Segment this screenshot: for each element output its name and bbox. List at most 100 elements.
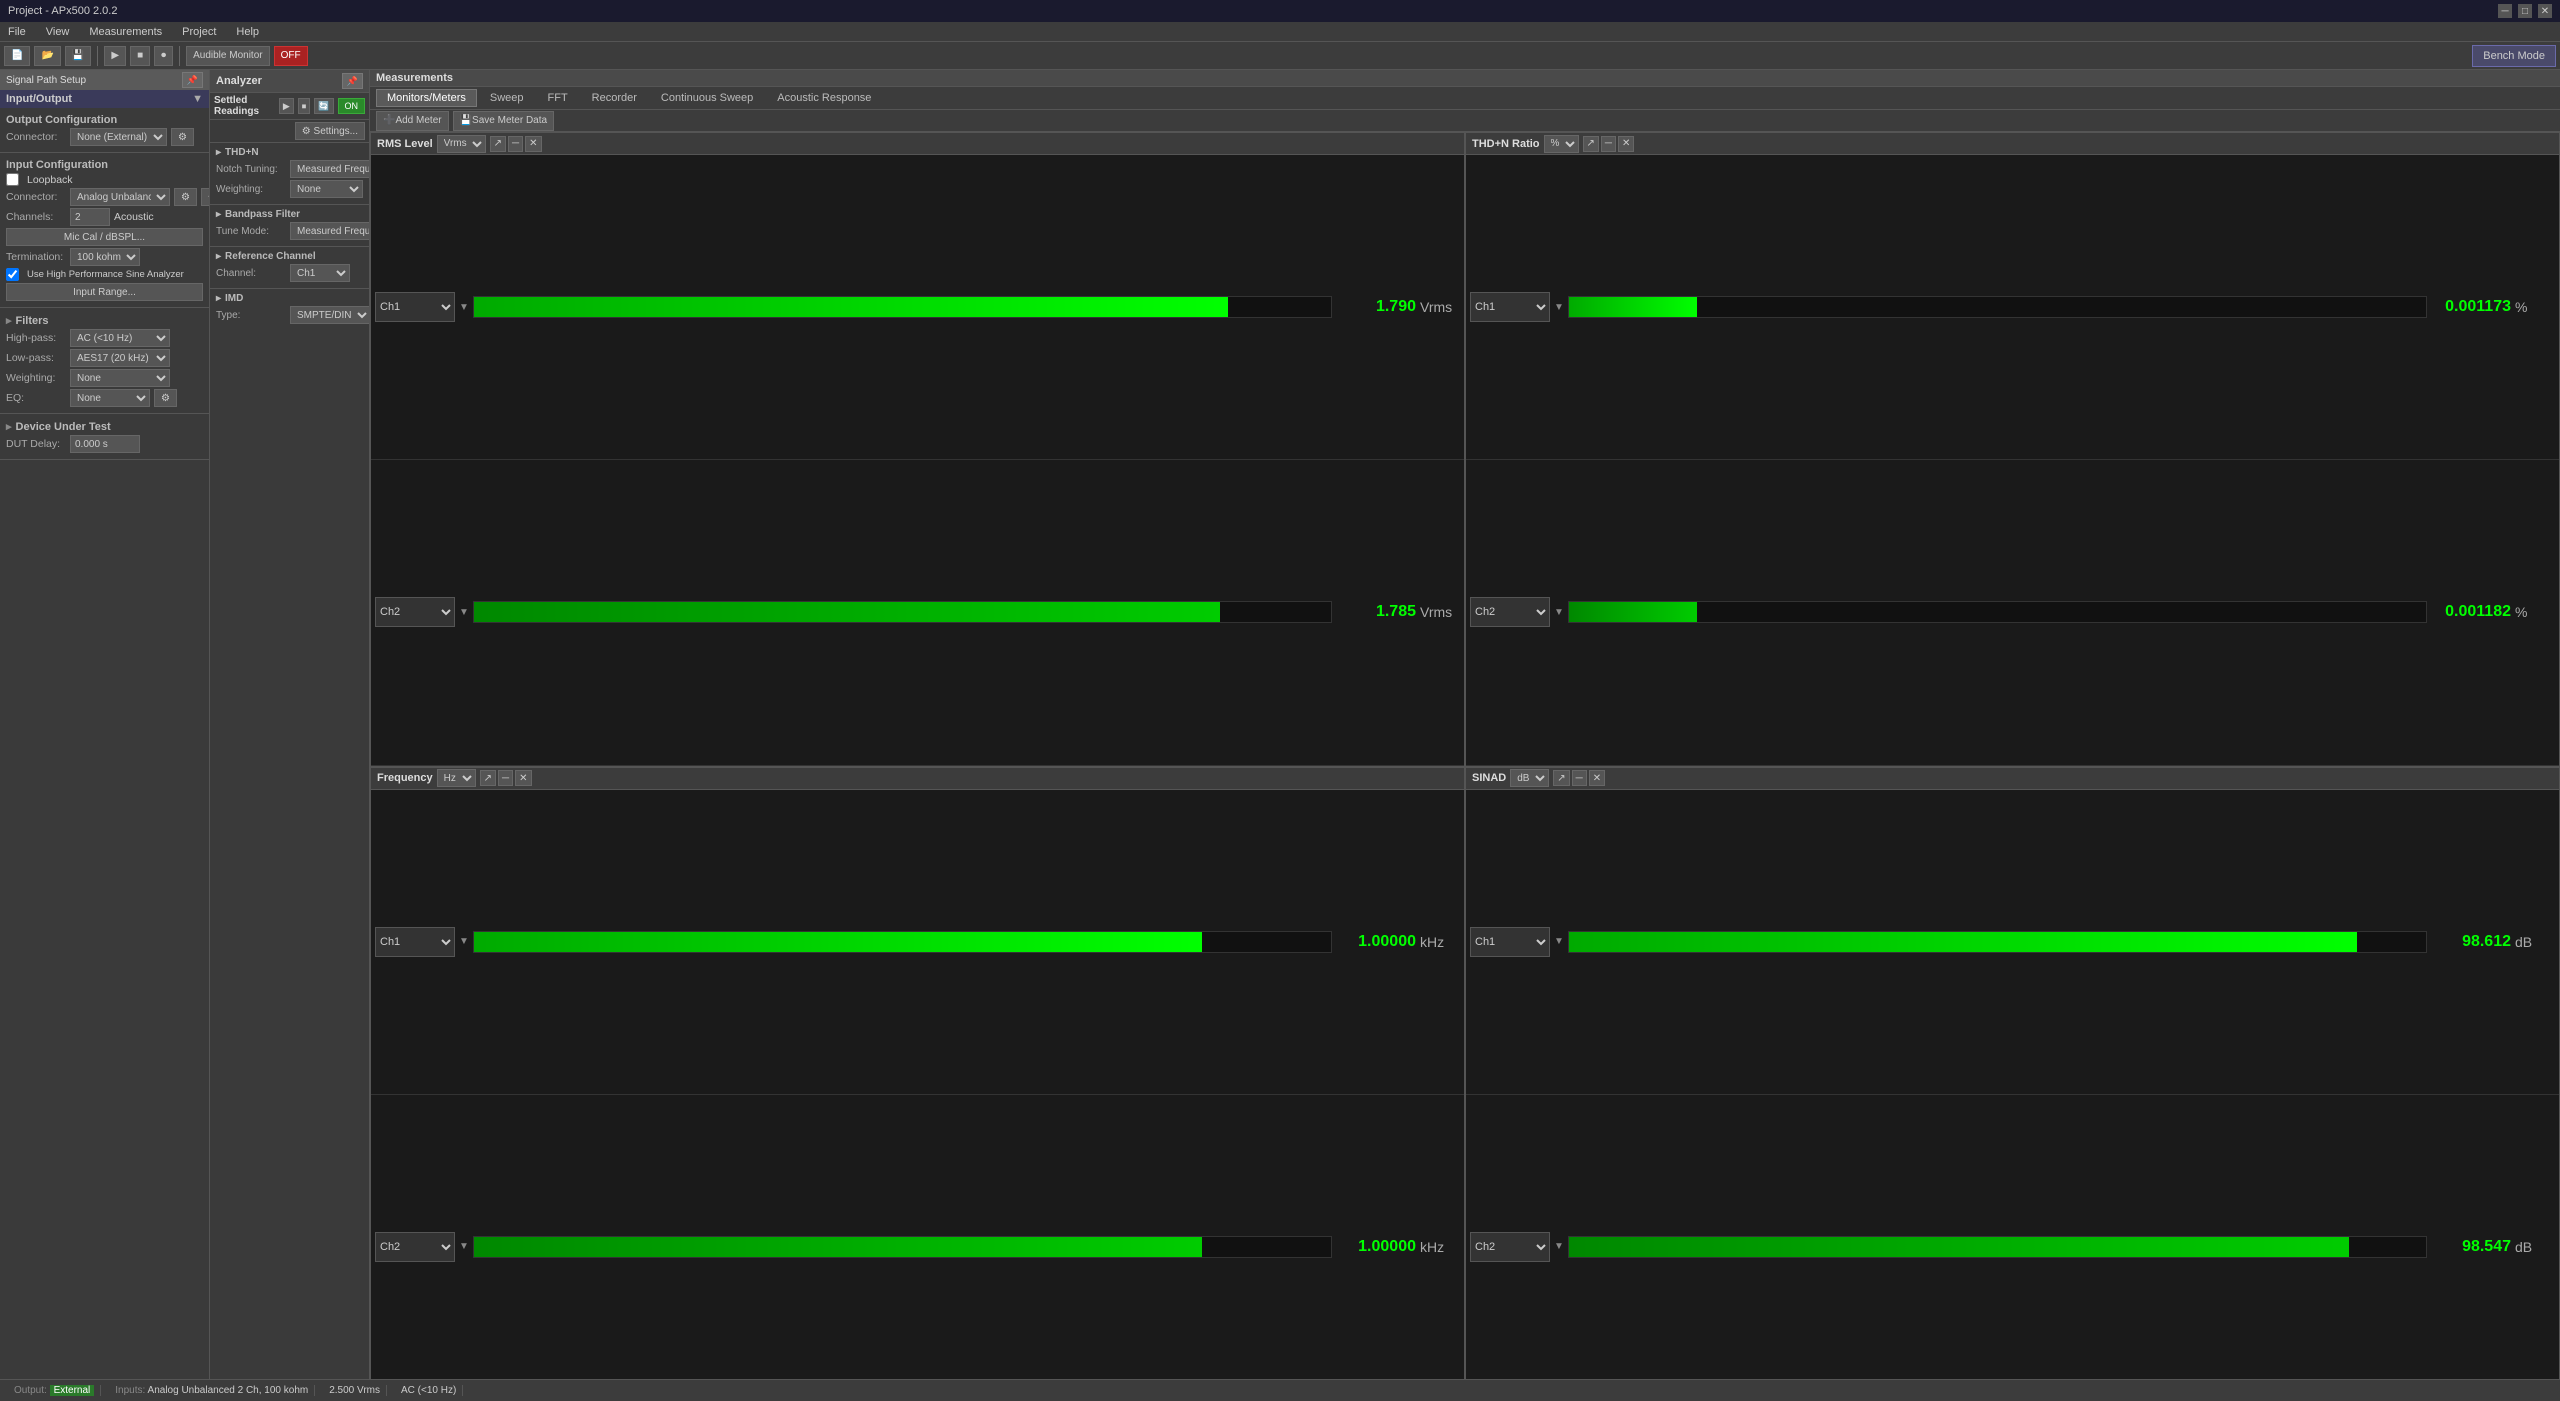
high-perf-checkbox[interactable] xyxy=(6,268,19,281)
pin-button[interactable]: 📌 xyxy=(182,72,203,88)
output-config-section: Output Configuration Connector: None (Ex… xyxy=(0,108,209,153)
input-extra-btn[interactable]: + xyxy=(201,188,210,206)
menu-project[interactable]: Project xyxy=(178,26,220,38)
measurements-tabs: Monitors/Meters Sweep FFT Recorder Conti… xyxy=(370,87,2560,110)
input-settings-btn[interactable]: ⚙ xyxy=(174,188,197,206)
thd-close-btn[interactable]: ✕ xyxy=(1618,136,1634,152)
thd-unit-select[interactable]: % xyxy=(1544,135,1579,153)
new-button[interactable]: 📄 xyxy=(4,46,30,66)
settings-row: ⚙ Settings... xyxy=(210,120,369,143)
thd-expand-btn[interactable]: ↗ xyxy=(1583,136,1599,152)
status-inputs-label: Inputs: xyxy=(115,1385,145,1396)
sinad-ch2-bar-container xyxy=(1568,1236,2427,1258)
connector-select[interactable]: None (External) xyxy=(70,128,167,146)
thd-minus-btn[interactable]: ─ xyxy=(1601,136,1616,152)
termination-select[interactable]: 100 kohm xyxy=(70,248,140,266)
menu-file[interactable]: File xyxy=(4,26,30,38)
play-button[interactable]: ▶ xyxy=(104,46,126,66)
mic-cal-button[interactable]: Mic Cal / dBSPL... xyxy=(6,228,203,246)
off-button[interactable]: OFF xyxy=(274,46,308,66)
input-range-button[interactable]: Input Range... xyxy=(6,283,203,301)
menu-view[interactable]: View xyxy=(42,26,74,38)
freq-expand-btn[interactable]: ↗ xyxy=(480,770,496,786)
close-button[interactable]: ✕ xyxy=(2538,4,2552,18)
rms-minus-btn[interactable]: ─ xyxy=(508,136,523,152)
freq-ch1-select[interactable]: Ch1 xyxy=(375,927,455,957)
connector-settings-btn[interactable]: ⚙ xyxy=(171,128,194,146)
maximize-button[interactable]: □ xyxy=(2518,4,2532,18)
ref-channel-collapse[interactable]: ▸ xyxy=(216,251,221,262)
loopback-checkbox[interactable] xyxy=(6,173,19,186)
rms-ch2-select[interactable]: Ch2 xyxy=(375,597,455,627)
notch-tuning-select[interactable]: Measured Frequency xyxy=(290,160,370,178)
sinad-close-btn[interactable]: ✕ xyxy=(1589,770,1605,786)
tab-continuous-sweep[interactable]: Continuous Sweep xyxy=(650,89,764,107)
rms-ch2-bar-container xyxy=(473,601,1332,623)
save-meter-data-button[interactable]: 💾 Save Meter Data xyxy=(453,111,555,131)
settled-readings-icon2[interactable]: ⏹ xyxy=(298,98,311,114)
signal-path-panel: Signal Path Setup 📌 Input/Output ▼ Outpu… xyxy=(0,70,210,1401)
stop-button[interactable]: ■ xyxy=(130,46,150,66)
filters-collapse[interactable]: ▸ xyxy=(6,314,12,327)
sinad-expand-btn[interactable]: ↗ xyxy=(1553,770,1569,786)
imd-collapse[interactable]: ▸ xyxy=(216,293,221,304)
freq-unit-select[interactable]: Hz xyxy=(437,769,476,787)
imd-type-select[interactable]: SMPTE/DIN xyxy=(290,306,370,324)
tab-fft[interactable]: FFT xyxy=(537,89,579,107)
freq-ch2-select[interactable]: Ch2 xyxy=(375,1232,455,1262)
input-output-header[interactable]: Input/Output ▼ xyxy=(0,90,209,108)
settled-readings-icon3[interactable]: 🔄 xyxy=(314,98,333,114)
thd-n-collapse[interactable]: ▸ xyxy=(216,147,221,158)
menu-measurements[interactable]: Measurements xyxy=(85,26,166,38)
high-pass-select[interactable]: AC (<10 Hz) xyxy=(70,329,170,347)
settled-readings-icon1[interactable]: ▶ xyxy=(279,98,294,114)
tab-acoustic-response[interactable]: Acoustic Response xyxy=(766,89,882,107)
minimize-button[interactable]: ─ xyxy=(2498,4,2512,18)
low-pass-select[interactable]: AES17 (20 kHz) xyxy=(70,349,170,367)
tab-sweep[interactable]: Sweep xyxy=(479,89,535,107)
rms-expand-btn[interactable]: ↗ xyxy=(490,136,506,152)
sinad-ch1-value: 98.612 xyxy=(2431,933,2511,951)
input-connector-select[interactable]: Analog Unbalanced xyxy=(70,188,170,206)
open-button[interactable]: 📂 xyxy=(34,46,60,66)
high-pass-label: High-pass: xyxy=(6,332,66,344)
freq-ch2-bar-container xyxy=(473,1236,1332,1258)
eq-select[interactable]: None xyxy=(70,389,150,407)
audible-monitor-button[interactable]: Audible Monitor xyxy=(186,46,269,66)
settings-button[interactable]: ⚙ Settings... xyxy=(295,122,365,140)
dut-collapse[interactable]: ▸ xyxy=(6,420,12,433)
bench-mode-button[interactable]: Bench Mode xyxy=(2472,45,2556,67)
sinad-ch2-select[interactable]: Ch2 xyxy=(1470,1232,1550,1262)
freq-ch2-row: Ch2 ▼ 1.00000 kHz xyxy=(371,1095,1464,1400)
freq-minus-btn[interactable]: ─ xyxy=(498,770,513,786)
menu-help[interactable]: Help xyxy=(232,26,263,38)
bandpass-collapse[interactable]: ▸ xyxy=(216,209,221,220)
sinad-minus-btn[interactable]: ─ xyxy=(1572,770,1587,786)
sinad-unit-select[interactable]: dB xyxy=(1510,769,1549,787)
analyzer-pin-button[interactable]: 📌 xyxy=(342,73,363,89)
freq-close-btn[interactable]: ✕ xyxy=(515,770,531,786)
channel-select[interactable]: Ch1 xyxy=(290,264,350,282)
record-button[interactable]: ⏺ xyxy=(154,46,173,66)
tab-monitors-meters[interactable]: Monitors/Meters xyxy=(376,89,477,107)
channels-input[interactable] xyxy=(70,208,110,226)
thd-weighting-select[interactable]: None xyxy=(290,180,363,198)
save-button[interactable]: 💾 xyxy=(65,46,91,66)
thd-weighting-row: Weighting: None xyxy=(216,180,363,198)
eq-settings-btn[interactable]: ⚙ xyxy=(154,389,177,407)
frequency-title: Frequency xyxy=(377,772,433,784)
sinad-ch1-select[interactable]: Ch1 xyxy=(1470,927,1550,957)
rms-ch1-select[interactable]: Ch1 xyxy=(375,292,455,322)
thd-ch2-select[interactable]: Ch2 xyxy=(1470,597,1550,627)
dut-delay-input[interactable] xyxy=(70,435,140,453)
settled-readings-label: Settled Readings xyxy=(214,95,275,117)
tune-mode-select[interactable]: Measured Frequency xyxy=(290,222,370,240)
tab-recorder[interactable]: Recorder xyxy=(581,89,648,107)
rms-close-btn[interactable]: ✕ xyxy=(525,136,541,152)
rms-unit-select[interactable]: Vrms xyxy=(437,135,486,153)
add-meter-button[interactable]: ➕ Add Meter xyxy=(376,111,449,131)
sinad-ch2-unit: dB xyxy=(2515,1239,2555,1255)
on-button[interactable]: ON xyxy=(338,98,366,114)
thd-ch1-select[interactable]: Ch1 xyxy=(1470,292,1550,322)
weighting-select[interactable]: None xyxy=(70,369,170,387)
